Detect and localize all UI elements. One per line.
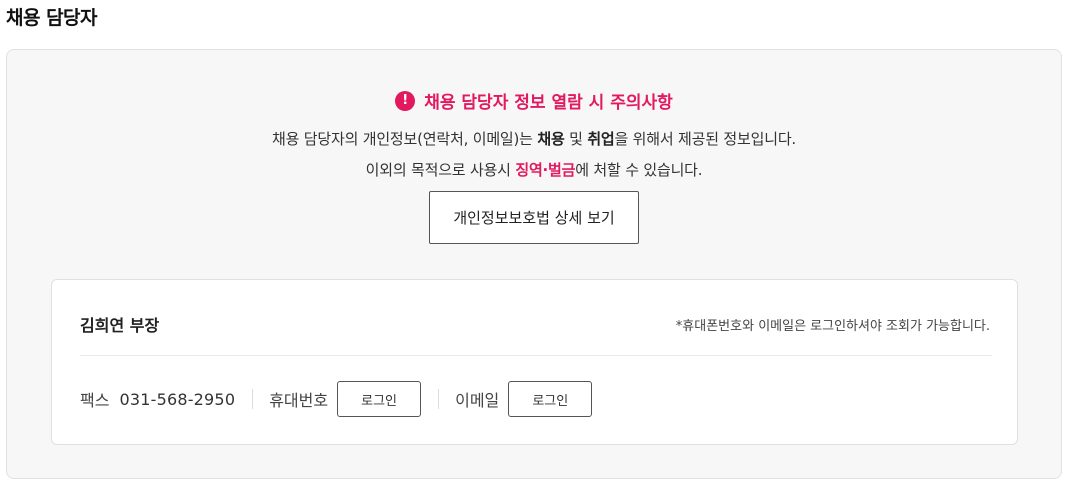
privacy-notice-box: ! 채용 담당자 정보 열람 시 주의사항 채용 담당자의 개인정보(연락처, … — [6, 49, 1062, 479]
fax-value: 031-568-2950 — [119, 389, 236, 409]
notice-line-purpose-part1: 채용 담당자의 개인정보(연락처, 이메일)는 — [272, 130, 538, 148]
card-divider — [80, 355, 992, 356]
fax-label: 팩스 — [80, 391, 110, 410]
notice-title: ! 채용 담당자 정보 열람 시 주의사항 — [7, 88, 1061, 113]
notice-line-purpose: 채용 담당자의 개인정보(연락처, 이메일)는 채용 및 취업을 위해서 제공된… — [7, 128, 1061, 149]
notice-bold-employment: 취업 — [587, 130, 615, 148]
notice-line-penalty-part2: 에 처할 수 있습니다. — [575, 161, 703, 179]
email-login-button[interactable]: 로그인 — [508, 381, 593, 417]
contact-info-row: 팩스 031-568-2950 휴대번호 로그인 이메일 로그인 — [80, 381, 593, 417]
field-separator — [252, 389, 254, 409]
mobile-label: 휴대번호 — [269, 391, 329, 410]
notice-bold-recruit: 채용 — [537, 130, 565, 148]
exclamation-circle-icon: ! — [395, 90, 416, 111]
notice-line-penalty-part1: 이외의 목적으로 사용시 — [365, 161, 516, 179]
notice-line-purpose-part2: 및 — [564, 130, 588, 148]
mobile-login-button[interactable]: 로그인 — [337, 381, 422, 417]
section-title: 채용 담당자 — [6, 7, 98, 29]
login-required-note: *휴대폰번호와 이메일은 로그인하셔야 조회가 가능합니다. — [675, 319, 990, 334]
notice-line-penalty: 이외의 목적으로 사용시 징역·벌금에 처할 수 있습니다. — [7, 159, 1061, 180]
email-label: 이메일 — [455, 391, 500, 410]
contact-card: 김희연 부장 *휴대폰번호와 이메일은 로그인하셔야 조회가 가능합니다. 팩스… — [51, 279, 1018, 445]
contact-name: 김희연 부장 — [80, 316, 160, 335]
notice-line-purpose-part3: 을 위해서 제공된 정보입니다. — [614, 130, 797, 148]
notice-title-text: 채용 담당자 정보 열람 시 주의사항 — [424, 93, 673, 113]
privacy-law-detail-button[interactable]: 개인정보보호법 상세 보기 — [429, 191, 639, 244]
notice-penalty-highlight: 징역·벌금 — [515, 161, 576, 179]
field-separator — [438, 389, 440, 409]
